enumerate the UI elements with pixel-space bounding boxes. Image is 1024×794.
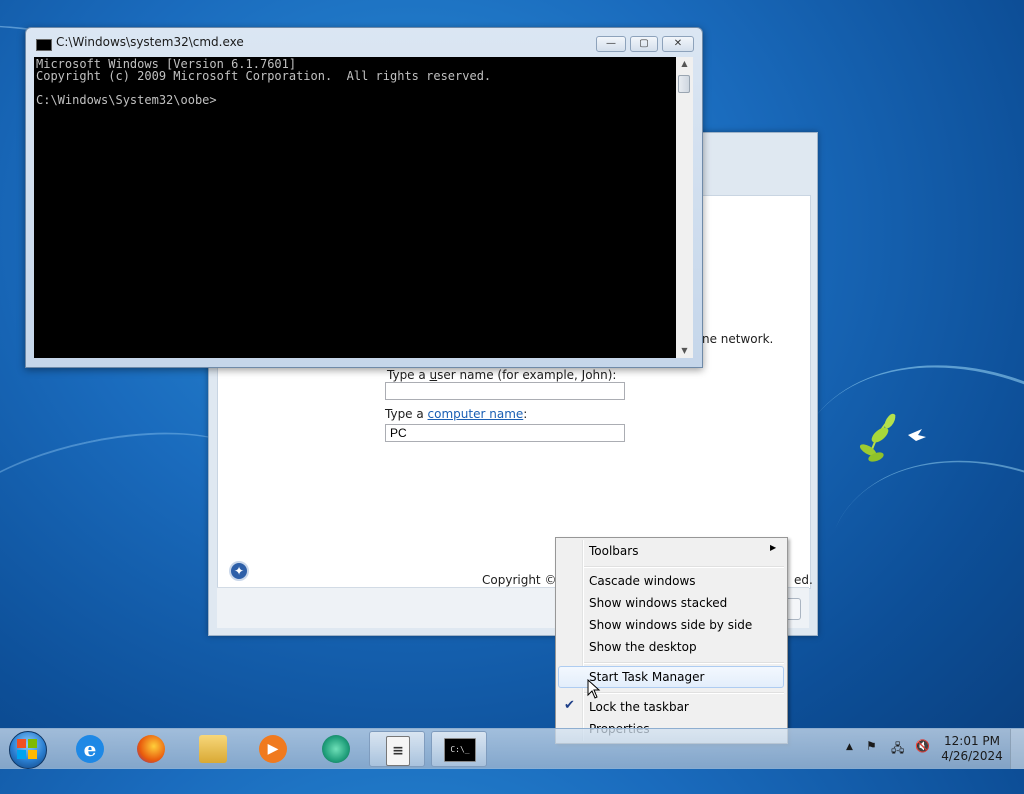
computer-name-label: Type a computer name:: [385, 407, 528, 421]
cmd-window[interactable]: C:\Windows\system32\cmd.exe — ▢ ✕ Micros…: [25, 27, 703, 368]
wallpaper-bird-leaves: [859, 413, 926, 462]
console-output[interactable]: Microsoft Windows [Version 6.1.7601] Cop…: [34, 57, 676, 358]
computer-name-link[interactable]: computer name: [428, 407, 524, 421]
menu-separator: [584, 566, 784, 568]
ease-of-access-icon[interactable]: ✦: [229, 561, 249, 581]
network-icon[interactable]: 🖧: [891, 739, 904, 760]
scroll-thumb[interactable]: [678, 75, 690, 93]
computer-name-field[interactable]: [385, 424, 625, 442]
start-button[interactable]: [3, 730, 51, 769]
taskbar-cmd-button[interactable]: C:\_: [431, 731, 487, 767]
internet-explorer-icon: e: [76, 735, 104, 763]
menu-separator: [584, 692, 784, 694]
notepad-icon: ≡: [386, 736, 410, 766]
mouse-cursor-icon: [587, 679, 601, 699]
scroll-down-arrow-icon[interactable]: ▼: [676, 344, 693, 358]
taskbar-explorer-button[interactable]: [185, 731, 241, 767]
taskbar-context-menu: Toolbars ▶ Cascade windows Show windows …: [555, 537, 788, 744]
windows-logo-icon: [17, 739, 37, 759]
volume-muted-icon[interactable]: 🔇: [915, 739, 930, 753]
scroll-up-arrow-icon[interactable]: ▲: [676, 57, 693, 71]
close-button[interactable]: ✕: [662, 36, 694, 52]
menu-item-cascade[interactable]: Cascade windows: [589, 574, 696, 588]
menu-item-side-by-side[interactable]: Show windows side by side: [589, 618, 752, 632]
network-text: ne network.: [702, 332, 774, 346]
show-desktop-button[interactable]: [1010, 729, 1024, 769]
menu-item-stacked[interactable]: Show windows stacked: [589, 596, 727, 610]
checkmark-icon: ✔: [564, 698, 575, 713]
window-title: C:\Windows\system32\cmd.exe: [56, 35, 244, 49]
submenu-arrow-icon: ▶: [770, 543, 777, 552]
username-field[interactable]: [385, 382, 625, 400]
show-hidden-icons-chevron-icon[interactable]: ▲: [846, 742, 853, 752]
taskbar-notepad-button[interactable]: ≡: [369, 731, 425, 767]
minimize-button[interactable]: —: [596, 36, 626, 52]
menu-item-lock-taskbar[interactable]: Lock the taskbar: [589, 700, 689, 714]
maximize-button[interactable]: ▢: [630, 36, 658, 52]
menu-gutter: [582, 540, 584, 741]
menu-item-toolbars[interactable]: Toolbars: [589, 544, 638, 558]
username-label: Type a user name (for example, John):: [387, 368, 617, 382]
console-text: Microsoft Windows [Version 6.1.7601] Cop…: [36, 57, 492, 107]
menu-item-show-desktop[interactable]: Show the desktop: [589, 640, 697, 654]
taskbar-media-player-button[interactable]: ▶: [245, 731, 301, 767]
green-app-icon: [322, 735, 350, 763]
cmd-app-icon: [36, 39, 52, 51]
taskbar-green-app-button[interactable]: [308, 731, 364, 767]
media-player-icon: ▶: [259, 735, 287, 763]
menu-item-task-manager[interactable]: Start Task Manager: [589, 670, 704, 684]
clock-date: 4/26/2024: [941, 749, 1003, 763]
taskbar[interactable]: e ▶ ≡ C:\_ ▲ ⚑ 🖧 🔇 12:01 PM 4/26/2024: [0, 728, 1024, 769]
vertical-scrollbar[interactable]: ▲ ▼: [676, 57, 693, 358]
firefox-icon: [137, 735, 165, 763]
cmd-icon: C:\_: [444, 738, 476, 762]
system-clock[interactable]: 12:01 PM 4/26/2024: [938, 734, 1006, 764]
clock-time: 12:01 PM: [944, 734, 1000, 748]
taskbar-firefox-button[interactable]: [123, 731, 179, 767]
menu-separator: [584, 662, 784, 664]
copyright-text-end: ed.: [794, 573, 813, 587]
taskbar-ie-button[interactable]: e: [62, 731, 118, 767]
folder-icon: [199, 735, 227, 763]
action-center-flag-icon[interactable]: ⚑: [866, 739, 877, 753]
